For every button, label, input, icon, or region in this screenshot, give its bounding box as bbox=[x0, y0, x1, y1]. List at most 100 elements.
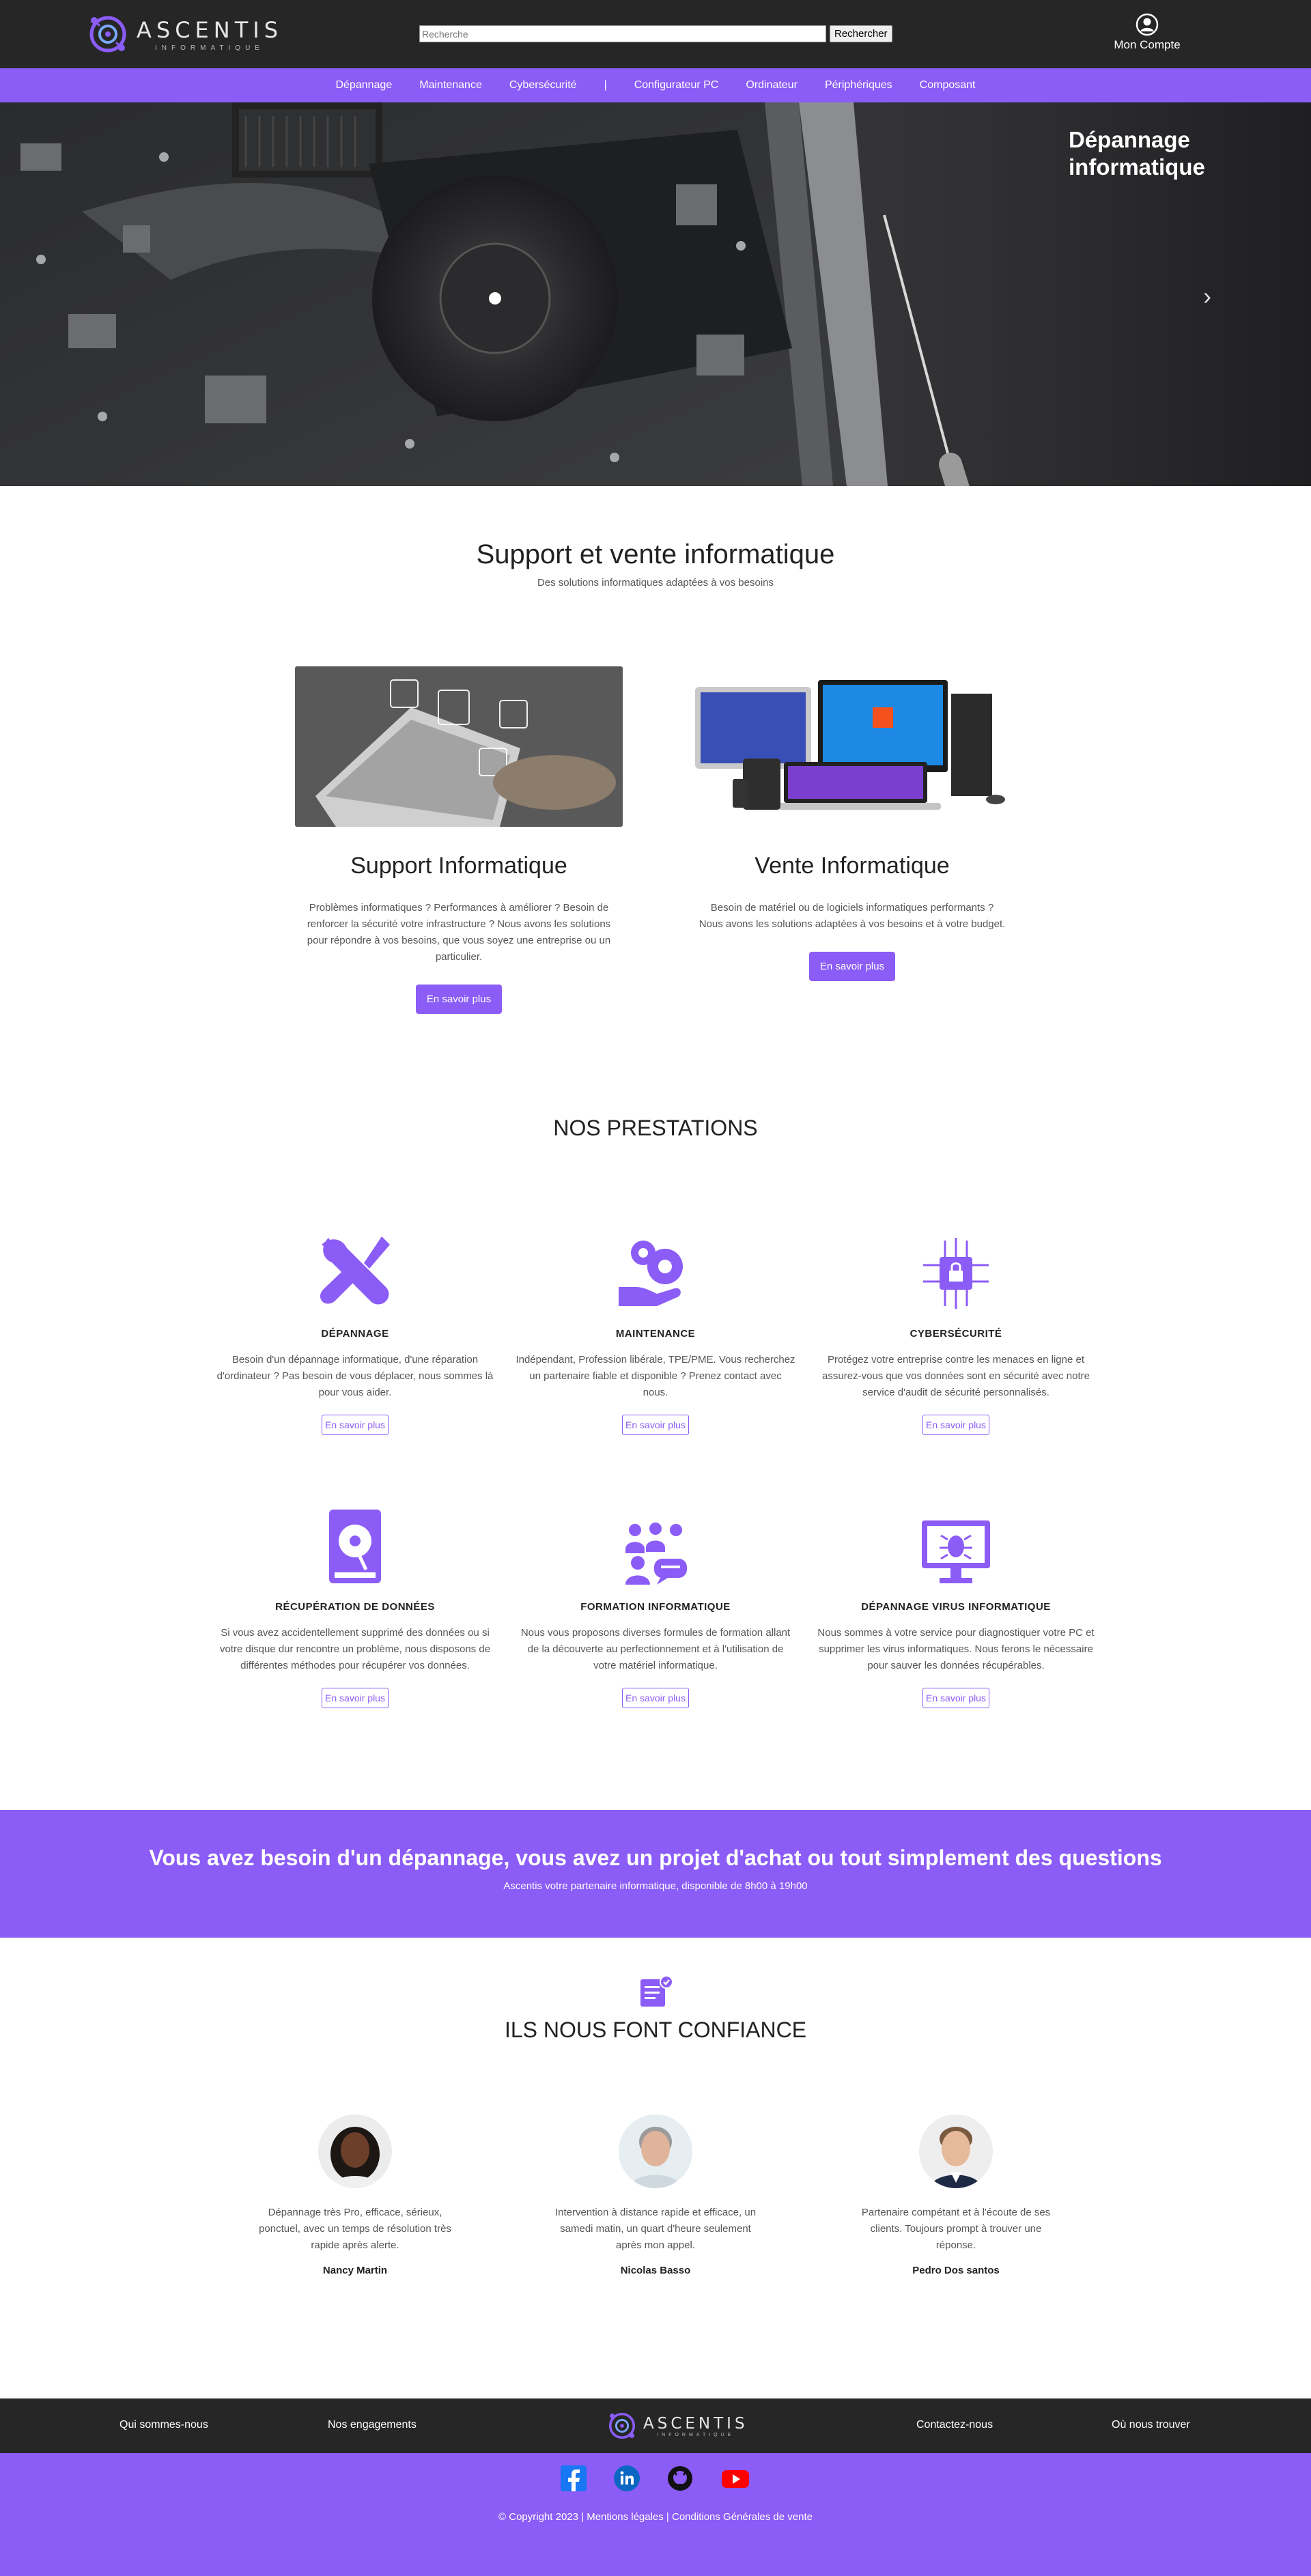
nav-item-peripheriques[interactable]: Périphériques bbox=[825, 79, 892, 91]
presta-virus-text: Nous sommes à votre service pour diagnos… bbox=[817, 1627, 1095, 1671]
testimonial-card: Partenaire compétant et à l'écoute de se… bbox=[833, 2114, 1079, 2276]
top-bar: ASCENTIS INFORMATIQUE Rechercher Mon Com… bbox=[0, 0, 1311, 68]
presta-cybersecurite-text: Protégez votre entreprise contre les men… bbox=[822, 1354, 1090, 1398]
presta-maintenance-button[interactable]: En savoir plus bbox=[622, 1415, 689, 1435]
prestations-title: NOS PRESTATIONS bbox=[553, 1116, 758, 1140]
nav-item-maintenance[interactable]: Maintenance bbox=[419, 79, 482, 91]
linkedin-icon[interactable] bbox=[614, 2465, 640, 2491]
presta-depannage-title: DÉPANNAGE bbox=[321, 1328, 389, 1340]
facebook-icon[interactable] bbox=[561, 2465, 587, 2491]
presta-recuperation-title: RÉCUPÉRATION DE DONNÉES bbox=[275, 1601, 435, 1613]
nav-item-ordinateur[interactable]: Ordinateur bbox=[746, 79, 798, 91]
logo-icon bbox=[608, 2412, 636, 2439]
card-vente: Vente Informatique Besoin de matériel ou… bbox=[688, 666, 1016, 981]
chip-lock-icon bbox=[923, 1238, 989, 1309]
search-input[interactable] bbox=[419, 25, 826, 42]
main-nav: Dépannage Maintenance Cybersécurité | Co… bbox=[0, 68, 1311, 102]
nav-item-composant[interactable]: Composant bbox=[920, 79, 976, 91]
card-vente-text: Besoin de matériel ou de logiciels infor… bbox=[699, 902, 1006, 930]
footer-link-engagements[interactable]: Nos engagements bbox=[328, 2419, 417, 2431]
copyright: © Copyright 2023 | Mentions légales | Co… bbox=[498, 2511, 813, 2523]
hero-banner: Dépannage informatique › bbox=[0, 102, 1311, 486]
testimonial-text: Dépannage très Pro, efficace, sérieux, p… bbox=[259, 2207, 451, 2251]
brand-tagline: INFORMATIQUE bbox=[657, 2432, 735, 2437]
testimonial-card: Dépannage très Pro, efficace, sérieux, p… bbox=[232, 2114, 478, 2276]
intro-section: Support et vente informatique Des soluti… bbox=[0, 539, 1311, 589]
card-support-title: Support Informatique bbox=[350, 853, 567, 879]
logo-icon bbox=[89, 16, 126, 53]
github-icon[interactable] bbox=[667, 2465, 693, 2491]
presta-virus: DÉPANNAGE VIRUS INFORMATIQUE Nous sommes… bbox=[813, 1499, 1099, 1708]
intro-title: Support et vente informatique bbox=[476, 539, 835, 569]
account-label: Mon Compte bbox=[1114, 38, 1181, 51]
brand-logo[interactable]: ASCENTIS INFORMATIQUE bbox=[86, 12, 283, 56]
cta-subtitle: Ascentis votre partenaire informatique, … bbox=[503, 1880, 808, 1892]
presta-cybersecurite: CYBERSÉCURITÉ Protégez votre entreprise … bbox=[813, 1226, 1099, 1435]
devices-image bbox=[688, 666, 1016, 827]
cta-banner: Vous avez besoin d'un dépannage, vous av… bbox=[0, 1810, 1311, 1938]
footer-bottom: © Copyright 2023 | Mentions légales | Co… bbox=[0, 2453, 1311, 2576]
presta-recuperation-button[interactable]: En savoir plus bbox=[322, 1688, 389, 1708]
hero-title: Dépannage informatique bbox=[1069, 127, 1205, 180]
testimonial-text: Intervention à distance rapide et effica… bbox=[554, 2207, 757, 2251]
testimonials-section: ILS NOUS FONT CONFIANCE bbox=[0, 1975, 1311, 2043]
nav-item-configurateur[interactable]: Configurateur PC bbox=[634, 79, 719, 91]
wrench-screwdriver-icon bbox=[320, 1236, 390, 1305]
footer-link-contact[interactable]: Contactez-nous bbox=[916, 2419, 993, 2431]
testimonial-author: Nicolas Basso bbox=[620, 2265, 691, 2276]
nav-item-cybersecurite[interactable]: Cybersécurité bbox=[509, 79, 577, 91]
youtube-icon[interactable] bbox=[720, 2465, 750, 2491]
nav-item-depannage[interactable]: Dépannage bbox=[335, 79, 392, 91]
monitor-bug-icon bbox=[922, 1520, 990, 1583]
footer-link-qui-sommes-nous[interactable]: Qui sommes-nous bbox=[119, 2419, 208, 2431]
search-button[interactable]: Rechercher bbox=[830, 25, 892, 42]
hard-drive-icon bbox=[329, 1510, 381, 1583]
testimonial-text: Partenaire compétant et à l'écoute de se… bbox=[861, 2207, 1051, 2251]
testimonials-title: ILS NOUS FONT CONFIANCE bbox=[504, 2018, 807, 2042]
testimonial-card: Intervention à distance rapide et effica… bbox=[533, 2114, 778, 2276]
support-image bbox=[295, 666, 623, 827]
presta-depannage: DÉPANNAGE Besoin d'un dépannage informat… bbox=[212, 1226, 498, 1435]
avatar bbox=[619, 2114, 692, 2188]
presta-recuperation-text: Si vous avez accidentellement supprimé d… bbox=[219, 1627, 491, 1671]
presta-virus-title: DÉPANNAGE VIRUS INFORMATIQUE bbox=[861, 1601, 1051, 1613]
prestations-section: NOS PRESTATIONS bbox=[0, 1116, 1311, 1141]
presta-depannage-button[interactable]: En savoir plus bbox=[322, 1415, 389, 1435]
intro-subtitle: Des solutions informatiques adaptées à v… bbox=[537, 577, 774, 589]
cta-title: Vous avez besoin d'un dépannage, vous av… bbox=[149, 1845, 1162, 1870]
certificate-icon bbox=[640, 1975, 673, 2007]
user-icon bbox=[1136, 13, 1159, 36]
presta-maintenance-title: MAINTENANCE bbox=[615, 1328, 696, 1340]
card-support-button[interactable]: En savoir plus bbox=[415, 985, 503, 1014]
avatar bbox=[919, 2114, 993, 2188]
testimonial-author: Pedro Dos santos bbox=[912, 2265, 1000, 2276]
footer-link-ou-nous-trouver[interactable]: Où nous trouver bbox=[1112, 2419, 1190, 2431]
presta-maintenance-text: Indépendant, Profession libérale, TPE/PM… bbox=[516, 1354, 795, 1398]
presta-cybersecurite-title: CYBERSÉCURITÉ bbox=[910, 1328, 1002, 1340]
presta-formation-text: Nous vous proposons diverses formules de… bbox=[520, 1627, 791, 1671]
card-support: Support Informatique Problèmes informati… bbox=[295, 666, 623, 1014]
nav-separator: | bbox=[604, 79, 607, 91]
presta-formation-button[interactable]: En savoir plus bbox=[622, 1688, 689, 1708]
card-vente-title: Vente Informatique bbox=[755, 853, 950, 879]
brand-name: ASCENTIS bbox=[643, 2414, 748, 2433]
footer-logo[interactable]: ASCENTIS INFORMATIQUE bbox=[606, 2410, 748, 2441]
account-link[interactable]: Mon Compte bbox=[1106, 12, 1188, 52]
card-vente-button[interactable]: En savoir plus bbox=[808, 952, 896, 981]
social-links bbox=[0, 2465, 1311, 2491]
presta-recuperation: RÉCUPÉRATION DE DONNÉES Si vous avez acc… bbox=[212, 1499, 498, 1708]
avatar bbox=[318, 2114, 392, 2188]
brand-tagline: INFORMATIQUE bbox=[155, 44, 264, 52]
testimonial-author: Nancy Martin bbox=[322, 2265, 388, 2276]
presta-cybersecurite-button[interactable]: En savoir plus bbox=[922, 1415, 989, 1435]
presta-maintenance: MAINTENANCE Indépendant, Profession libé… bbox=[512, 1226, 799, 1435]
search-bar: Recherche r bbox=[419, 25, 892, 42]
presta-virus-button[interactable]: En savoir plus bbox=[922, 1688, 989, 1708]
group-chat-icon bbox=[625, 1523, 687, 1585]
chevron-right-icon[interactable]: › bbox=[1203, 282, 1211, 311]
card-support-text: Problèmes informatiques ? Performances à… bbox=[307, 902, 611, 963]
presta-formation: FORMATION INFORMATIQUE Nous vous proposo… bbox=[512, 1499, 799, 1708]
presta-depannage-text: Besoin d'un dépannage informatique, d'un… bbox=[216, 1354, 494, 1398]
presta-formation-title: FORMATION INFORMATIQUE bbox=[580, 1601, 731, 1613]
brand-name: ASCENTIS bbox=[137, 16, 283, 43]
